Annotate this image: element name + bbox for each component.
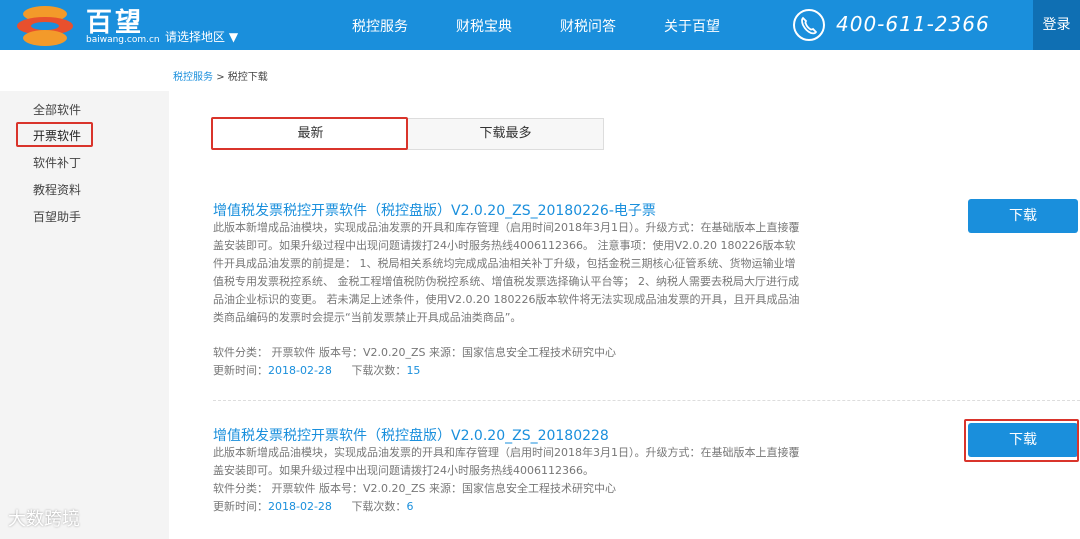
update-time: 2018-02-28	[268, 364, 332, 377]
baiwang-logo-icon[interactable]	[14, 4, 76, 48]
sidebar-item-all[interactable]: 全部软件	[33, 101, 81, 118]
download-count-label: 下载次数：	[351, 500, 407, 513]
sidebar-item-patches[interactable]: 软件补丁	[33, 154, 81, 171]
nav-about[interactable]: 关于百望	[664, 16, 720, 36]
nav-tax-control-service[interactable]: 税控服务	[352, 16, 408, 36]
download-count: 15	[406, 364, 421, 377]
item-meta: 软件分类： 开票软件 版本号：V2.0.20_ZS 来源：国家信息安全工程技术研…	[213, 346, 617, 359]
hotline-number: 400-611-2366	[836, 12, 990, 36]
login-button[interactable]: 登录	[1033, 0, 1080, 50]
sidebar-item-tutorials[interactable]: 教程资料	[33, 181, 81, 198]
item-meta: 软件分类： 开票软件 版本号：V2.0.20_ZS 来源：国家信息安全工程技术研…	[213, 482, 617, 495]
update-time-label: 更新时间：	[213, 500, 268, 513]
watermark: 大数跨境	[8, 509, 80, 530]
top-header: 百望 baiwang.com.cn 请选择地区 ▼ 税控服务 财税宝典 财税问答…	[0, 0, 1080, 50]
nav-tax-guide[interactable]: 财税宝典	[456, 16, 512, 36]
region-selector[interactable]: 请选择地区 ▼	[165, 28, 238, 45]
item-title-link[interactable]: 增值税发票税控开票软件（税控盘版）V2.0.20_ZS_20180226-电子票	[213, 200, 656, 220]
download-count: 6	[406, 500, 414, 513]
download-count-label: 下载次数：	[351, 364, 407, 377]
item-description: 此版本新增成品油模块，实现成品油发票的开具和库存管理（启用时间2018年3月1日…	[213, 221, 800, 324]
item-update-info: 更新时间：2018-02-28 下载次数：15	[213, 362, 420, 378]
item-title-link[interactable]: 增值税发票税控开票软件（税控盘版）V2.0.20_ZS_20180228	[213, 425, 609, 445]
tab-highlight	[211, 117, 408, 150]
item-divider	[213, 400, 1080, 401]
update-time-label: 更新时间：	[213, 364, 268, 377]
update-time: 2018-02-28	[268, 500, 332, 513]
active-highlight	[16, 122, 93, 147]
sidebar-item-assistant[interactable]: 百望助手	[33, 208, 81, 225]
breadcrumb-separator: >	[216, 72, 225, 83]
phone-icon	[793, 9, 825, 41]
sidebar	[0, 91, 169, 539]
tab-most-downloaded[interactable]: 下载最多	[408, 119, 603, 149]
brand-name[interactable]: 百望	[86, 2, 144, 39]
breadcrumb: 税控服务 > 税控下载	[173, 68, 268, 83]
item-description: 此版本新增成品油模块，实现成品油发票的开具和库存管理（启用时间2018年3月1日…	[213, 446, 800, 477]
download-button[interactable]: 下载	[968, 199, 1078, 233]
button-highlight	[964, 419, 1079, 462]
breadcrumb-current: 税控下载	[227, 72, 268, 83]
brand-domain: baiwang.com.cn	[86, 35, 160, 45]
breadcrumb-link[interactable]: 税控服务	[173, 72, 213, 83]
nav-tax-qa[interactable]: 财税问答	[560, 16, 616, 36]
item-update-info: 更新时间：2018-02-28 下载次数：6	[213, 498, 413, 514]
